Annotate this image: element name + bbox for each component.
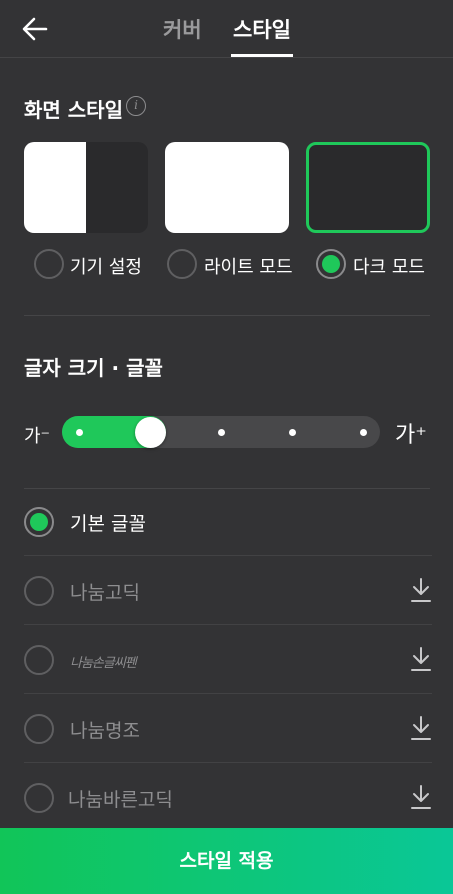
apply-style-button[interactable]: 스타일 적용 — [0, 828, 453, 894]
back-button[interactable] — [18, 12, 52, 46]
slider-tick[interactable] — [359, 429, 367, 436]
font-radio[interactable] — [24, 576, 54, 606]
font-size-slider[interactable] — [62, 416, 380, 448]
light-mode-label: 라이트 모드 — [204, 257, 293, 278]
font-section-title: 글자 크기 · 글꼴 — [24, 356, 163, 380]
font-size-small-label: 가⁻ — [24, 426, 51, 447]
dark-mode-label: 다크 모드 — [353, 257, 425, 278]
font-option-nanum-barun-gothic[interactable]: 나눔바른고딕 — [24, 764, 432, 832]
font-option-nanum-gothic[interactable]: 나눔고딕 — [24, 557, 432, 625]
font-radio[interactable] — [24, 507, 54, 537]
system-mode-label: 기기 설정 — [70, 257, 142, 278]
arrow-left-icon — [22, 17, 48, 41]
screen-style-title: 화면 스타일 — [24, 98, 123, 122]
tab-cover[interactable]: 커버 — [163, 14, 202, 44]
info-icon[interactable]: i — [126, 96, 146, 116]
download-icon[interactable] — [410, 715, 432, 741]
font-option-default[interactable]: 기본 글꼴 — [24, 488, 432, 556]
font-size-large-label: 가⁺ — [395, 423, 427, 448]
top-bar: 커버 스타일 — [0, 0, 453, 58]
font-radio[interactable] — [24, 714, 54, 744]
download-icon[interactable] — [410, 577, 432, 603]
font-name: 나눔손글씨펜 — [70, 656, 137, 671]
download-icon[interactable] — [410, 646, 432, 672]
font-name: 나눔바른고딕 — [68, 789, 173, 811]
active-tab-indicator — [231, 54, 293, 57]
light-mode-preview[interactable] — [165, 142, 289, 233]
slider-tick[interactable] — [288, 429, 296, 436]
font-radio[interactable] — [24, 783, 54, 813]
font-name: 나눔명조 — [70, 720, 140, 742]
font-name: 나눔고딕 — [70, 582, 140, 604]
font-option-nanum-pen[interactable]: 나눔손글씨펜 — [24, 626, 432, 694]
system-mode-radio[interactable] — [34, 249, 64, 279]
font-name: 기본 글꼴 — [70, 513, 146, 535]
light-mode-radio[interactable] — [167, 249, 197, 279]
slider-thumb[interactable] — [134, 417, 166, 448]
download-icon[interactable] — [410, 784, 432, 810]
tab-style[interactable]: 스타일 — [233, 14, 291, 44]
dark-mode-preview[interactable] — [306, 142, 430, 233]
font-radio[interactable] — [24, 645, 54, 675]
slider-tick[interactable] — [217, 429, 225, 436]
dark-mode-radio[interactable] — [316, 249, 346, 279]
section-divider — [24, 315, 430, 316]
slider-tick[interactable] — [75, 429, 83, 436]
system-mode-preview[interactable] — [24, 142, 148, 233]
font-option-nanum-myeongjo[interactable]: 나눔명조 — [24, 695, 432, 763]
